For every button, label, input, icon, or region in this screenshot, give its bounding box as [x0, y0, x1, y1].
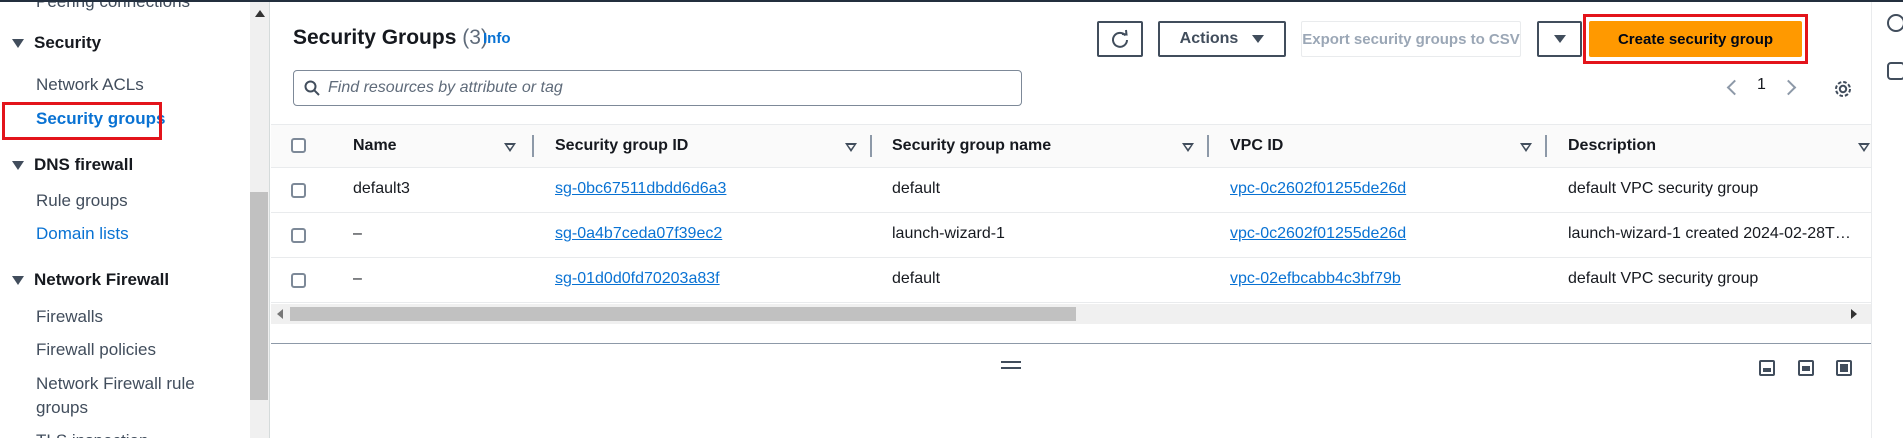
- page-title-text: Security Groups: [293, 26, 457, 49]
- cell-security-group-name: default: [892, 270, 941, 287]
- settings-icon[interactable]: [1887, 62, 1903, 80]
- cell-vpc-id-link[interactable]: vpc-02efbcabb4c3bf79b: [1230, 270, 1401, 288]
- sidebar-item-rule-groups[interactable]: Rule groups: [36, 190, 128, 212]
- sidebar-item-domain-lists[interactable]: Domain lists: [36, 223, 129, 245]
- row-checkbox[interactable]: [291, 228, 306, 243]
- export-csv-button[interactable]: Export security groups to CSV: [1301, 21, 1521, 57]
- row-checkbox[interactable]: [291, 183, 306, 198]
- split-panel-bottom-icon[interactable]: [1759, 360, 1775, 376]
- info-link[interactable]: Info: [483, 30, 511, 47]
- sidebar-section-network-firewall[interactable]: Network Firewall: [12, 270, 169, 290]
- row-checkbox[interactable]: [291, 273, 306, 288]
- sidebar-section-label: Network Firewall: [34, 270, 170, 289]
- sort-icon[interactable]: [504, 143, 516, 152]
- table-row[interactable]: – sg-01d0d0fd70203a83f default vpc-02efb…: [271, 258, 1871, 303]
- split-panel-drag-handle[interactable]: [1001, 361, 1021, 369]
- sort-icon[interactable]: [1520, 143, 1532, 152]
- info-icon[interactable]: [1887, 14, 1903, 32]
- highlight-box-security-groups: [2, 102, 162, 140]
- pagination-prev-icon[interactable]: [1726, 79, 1743, 96]
- utility-rail: [1871, 2, 1903, 438]
- caret-down-icon: [1553, 35, 1566, 43]
- sidebar-item-network-firewall-rule-groups[interactable]: Network Firewall rule: [36, 373, 195, 395]
- sidebar-item-network-firewall-rule-groups-wrap: groups: [36, 398, 88, 417]
- column-header-vpc-id[interactable]: VPC ID: [1230, 137, 1283, 155]
- search-placeholder: Find resources by attribute or tag: [328, 79, 563, 96]
- caret-down-icon: [12, 160, 24, 170]
- sidebar-nav: Peering connections Security Network ACL…: [0, 2, 250, 438]
- sort-icon[interactable]: [1182, 143, 1194, 152]
- column-resizer[interactable]: [870, 135, 872, 157]
- sort-icon[interactable]: [1858, 143, 1870, 152]
- column-resizer[interactable]: [1207, 135, 1209, 157]
- column-resizer[interactable]: [532, 135, 534, 157]
- sidebar-item-firewall-policies[interactable]: Firewall policies: [36, 339, 156, 361]
- security-groups-panel: Security Groups (3) Info Actions Export …: [271, 2, 1871, 438]
- horizontal-scrollbar-thumb[interactable]: [290, 307, 1076, 321]
- actions-label: Actions: [1179, 30, 1239, 47]
- split-panel-side-icon[interactable]: [1798, 360, 1814, 376]
- column-header-description[interactable]: Description: [1568, 137, 1656, 155]
- sidebar-section-label: DNS firewall: [34, 155, 134, 174]
- refresh-icon: [1112, 29, 1128, 48]
- search-input[interactable]: Find resources by attribute or tag: [293, 70, 1022, 106]
- table-row[interactable]: default3 sg-0bc67511dbdd6d6a3 default vp…: [271, 168, 1871, 213]
- cell-security-group-name: launch-wizard-1: [892, 225, 1005, 242]
- sidebar-scrollbar[interactable]: [250, 2, 270, 438]
- actions-dropdown-button[interactable]: Actions: [1158, 21, 1286, 57]
- export-dropdown-button[interactable]: [1537, 21, 1582, 57]
- cell-description: default VPC security group: [1568, 270, 1759, 287]
- cell-name: –: [353, 270, 362, 287]
- sidebar-item-peering-connections[interactable]: Peering connections: [36, 2, 190, 12]
- cell-name: –: [353, 225, 362, 242]
- scroll-right-arrow-icon[interactable]: [1851, 309, 1857, 319]
- sidebar-item-tls-inspection[interactable]: TLS inspection: [36, 430, 148, 438]
- table-row[interactable]: – sg-0a4b7ceda07f39ec2 launch-wizard-1 v…: [271, 213, 1871, 258]
- refresh-button[interactable]: [1097, 21, 1143, 57]
- caret-down-icon: [12, 38, 24, 48]
- cell-security-group-name: default: [892, 180, 941, 197]
- cell-security-group-id-link[interactable]: sg-01d0d0fd70203a83f: [555, 270, 720, 288]
- gear-icon[interactable]: [1833, 79, 1853, 99]
- caret-down-icon: [12, 275, 24, 285]
- caret-down-icon: [1252, 35, 1265, 43]
- pagination-next-icon[interactable]: [1780, 79, 1797, 96]
- cell-vpc-id-link[interactable]: vpc-0c2602f01255de26d: [1230, 225, 1406, 243]
- highlight-box-create-button: [1583, 14, 1808, 64]
- export-label: Export security groups to CSV: [1302, 30, 1520, 48]
- sidebar-section-label: Security: [34, 33, 102, 52]
- column-header-name[interactable]: Name: [353, 137, 397, 155]
- table-header: Name Security group ID Security group na…: [271, 124, 1871, 168]
- cell-vpc-id-link[interactable]: vpc-0c2602f01255de26d: [1230, 180, 1406, 198]
- cell-security-group-id-link[interactable]: sg-0bc67511dbdd6d6a3: [555, 180, 726, 198]
- column-resizer[interactable]: [1545, 135, 1547, 157]
- cell-description: default VPC security group: [1568, 180, 1759, 197]
- cell-name: default3: [353, 180, 410, 197]
- scroll-up-arrow-icon[interactable]: [255, 10, 265, 17]
- scroll-left-arrow-icon[interactable]: [277, 309, 283, 319]
- column-header-security-group-id[interactable]: Security group ID: [555, 137, 688, 155]
- split-panel-full-icon[interactable]: [1836, 360, 1852, 376]
- search-icon: [304, 80, 320, 96]
- sort-icon[interactable]: [845, 143, 857, 152]
- select-all-checkbox[interactable]: [291, 138, 306, 153]
- sidebar-section-dns-firewall[interactable]: DNS firewall: [12, 155, 133, 175]
- sidebar-item-firewalls[interactable]: Firewalls: [36, 306, 103, 328]
- table-horizontal-scrollbar[interactable]: [271, 304, 1871, 324]
- cell-description: launch-wizard-1 created 2024-02-28T…: [1568, 225, 1851, 242]
- cell-security-group-id-link[interactable]: sg-0a4b7ceda07f39ec2: [555, 225, 722, 243]
- sidebar-scrollbar-thumb[interactable]: [250, 192, 268, 400]
- pagination-current-page[interactable]: 1: [1757, 76, 1766, 94]
- split-panel-divider: [271, 343, 1871, 344]
- sidebar-item-network-acls[interactable]: Network ACLs: [36, 74, 144, 96]
- sidebar-section-security[interactable]: Security: [12, 33, 101, 53]
- page-title: Security Groups (3): [293, 26, 488, 50]
- column-header-security-group-name[interactable]: Security group name: [892, 137, 1051, 155]
